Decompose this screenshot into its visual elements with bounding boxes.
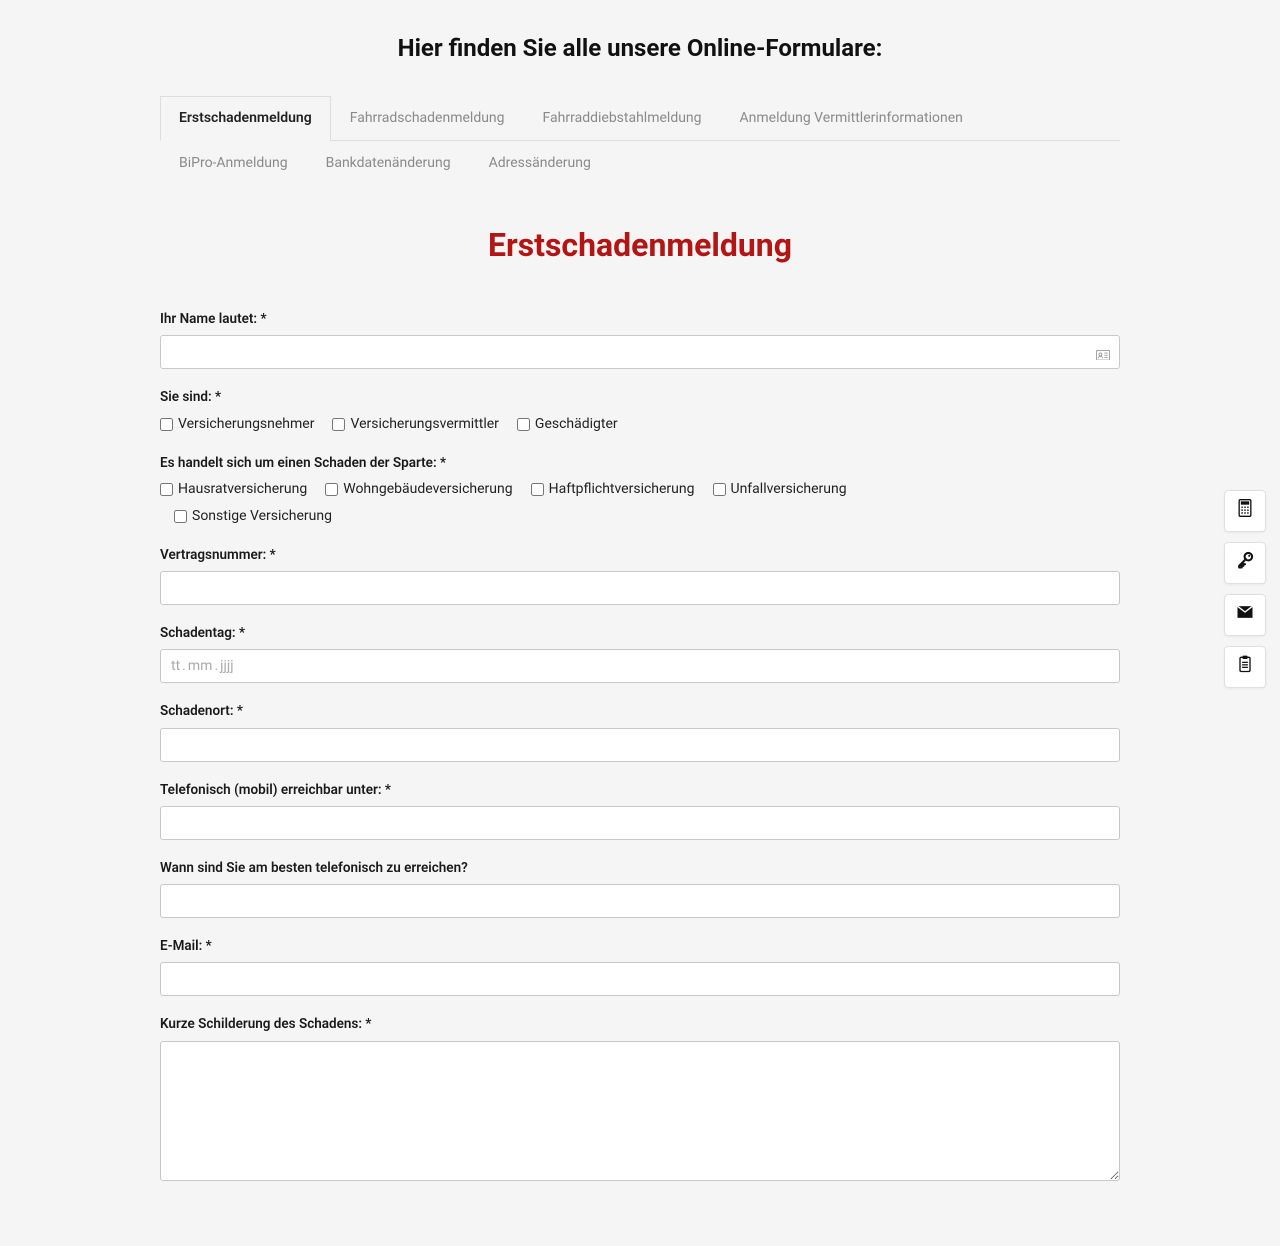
checkbox-label: Haftpflichtversicherung xyxy=(549,479,695,500)
checkbox-input-versicherungsvermittler[interactable] xyxy=(332,418,345,431)
date-tt: tt xyxy=(171,656,180,677)
checkbox-input-sonstige[interactable] xyxy=(174,510,187,523)
tab-adressaenderung[interactable]: Adressänderung xyxy=(470,141,610,186)
schadentag-field[interactable]: tt.mm.jjjj xyxy=(160,649,1120,683)
label-telefon: Telefonisch (mobil) erreichbar unter: * xyxy=(160,780,1120,800)
tab-bipro-anmeldung[interactable]: BiPro-Anmeldung xyxy=(160,141,307,186)
page-title: Hier finden Sie alle unsere Online-Formu… xyxy=(160,30,1120,66)
label-schadenort: Schadenort: * xyxy=(160,701,1120,721)
label-you-are: Sie sind: * xyxy=(160,387,1120,407)
checkbox-label: Wohngebäudeversicherung xyxy=(343,479,512,500)
checkbox-label: Versicherungsnehmer xyxy=(178,414,314,435)
checkbox-hausrat[interactable]: Hausratversicherung xyxy=(160,479,307,500)
form-heading: Erstschadenmeldung xyxy=(160,221,1120,269)
mail-icon xyxy=(1235,602,1255,629)
float-key-button[interactable] xyxy=(1224,542,1266,584)
label-schadentag: Schadentag: * xyxy=(160,623,1120,643)
schadenort-field[interactable] xyxy=(160,728,1120,762)
float-button-stack xyxy=(1224,490,1266,688)
checkbox-versicherungsnehmer[interactable]: Versicherungsnehmer xyxy=(160,414,314,435)
checkbox-unfall[interactable]: Unfallversicherung xyxy=(713,479,847,500)
label-email: E-Mail: * xyxy=(160,936,1120,956)
checkbox-haftpflicht[interactable]: Haftpflichtversicherung xyxy=(531,479,695,500)
email-field[interactable] xyxy=(160,962,1120,996)
key-icon xyxy=(1235,550,1255,577)
tab-anmeldung-vermittlerinformationen[interactable]: Anmeldung Vermittlerinformationen xyxy=(721,96,982,141)
name-field[interactable] xyxy=(160,335,1120,369)
checkbox-input-hausrat[interactable] xyxy=(160,483,173,496)
checkbox-wohngebaeude[interactable]: Wohngebäudeversicherung xyxy=(325,479,512,500)
date-mm: mm xyxy=(188,656,213,677)
float-clipboard-button[interactable] xyxy=(1224,646,1266,688)
checkbox-input-unfall[interactable] xyxy=(713,483,726,496)
checkbox-versicherungsvermittler[interactable]: Versicherungsvermittler xyxy=(332,414,498,435)
checkbox-input-wohngebaeude[interactable] xyxy=(325,483,338,496)
checkbox-input-versicherungsnehmer[interactable] xyxy=(160,418,173,431)
checkbox-geschaedigter[interactable]: Geschädigter xyxy=(517,414,618,435)
schilderung-field[interactable] xyxy=(160,1041,1120,1181)
vertragsnummer-field[interactable] xyxy=(160,571,1120,605)
checkbox-input-geschaedigter[interactable] xyxy=(517,418,530,431)
date-jjjj: jjjj xyxy=(220,656,233,677)
label-schilderung: Kurze Schilderung des Schadens: * xyxy=(160,1014,1120,1034)
checkbox-sonstige[interactable]: Sonstige Versicherung xyxy=(174,506,332,527)
label-wann-erreichen: Wann sind Sie am besten telefonisch zu e… xyxy=(160,858,1120,878)
checkbox-label: Hausratversicherung xyxy=(178,479,307,500)
tabs-row-2: BiPro-Anmeldung Bankdatenänderung Adress… xyxy=(160,140,1120,186)
label-name: Ihr Name lautet: * xyxy=(160,309,1120,329)
calculator-icon xyxy=(1235,498,1255,525)
label-vertragsnummer: Vertragsnummer: * xyxy=(160,545,1120,565)
checkbox-label: Geschädigter xyxy=(535,414,618,435)
clipboard-icon xyxy=(1235,654,1255,681)
label-sparte: Es handelt sich um einen Schaden der Spa… xyxy=(160,453,1120,473)
checkbox-label: Unfallversicherung xyxy=(731,479,847,500)
wann-erreichen-field[interactable] xyxy=(160,884,1120,918)
checkbox-input-haftpflicht[interactable] xyxy=(531,483,544,496)
float-calculator-button[interactable] xyxy=(1224,490,1266,532)
telefon-field[interactable] xyxy=(160,806,1120,840)
tab-bankdatenaenderung[interactable]: Bankdatenänderung xyxy=(307,141,470,186)
tab-fahrradschadenmeldung[interactable]: Fahrradschadenmeldung xyxy=(331,96,524,141)
tab-fahrraddiebstahlmeldung[interactable]: Fahrraddiebstahlmeldung xyxy=(524,96,721,141)
tab-erstschadenmeldung[interactable]: Erstschadenmeldung xyxy=(160,96,331,141)
tabs-row-1: Erstschadenmeldung Fahrradschadenmeldung… xyxy=(160,96,1120,141)
checkbox-label: Sonstige Versicherung xyxy=(192,506,332,527)
float-mail-button[interactable] xyxy=(1224,594,1266,636)
checkbox-label: Versicherungsvermittler xyxy=(350,414,498,435)
